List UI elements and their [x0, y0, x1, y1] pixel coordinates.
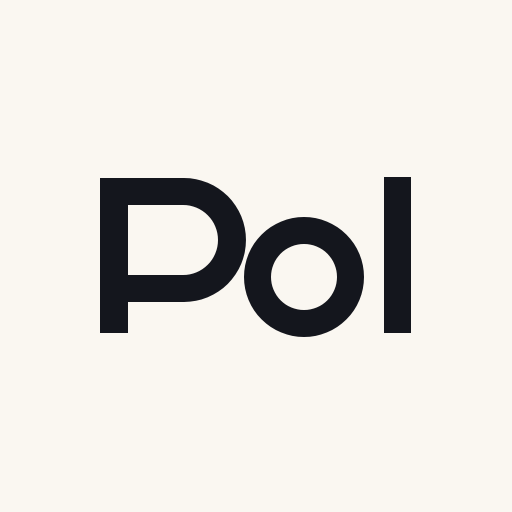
app-icon-canvas: { "logo": { "text": "Pol", "color": "#14… — [0, 0, 512, 512]
logo-wordmark — [0, 0, 512, 512]
letter-p — [100, 178, 246, 333]
letter-l — [384, 177, 411, 333]
letter-o — [244, 217, 364, 337]
pol-wordmark-graphic — [100, 177, 411, 337]
